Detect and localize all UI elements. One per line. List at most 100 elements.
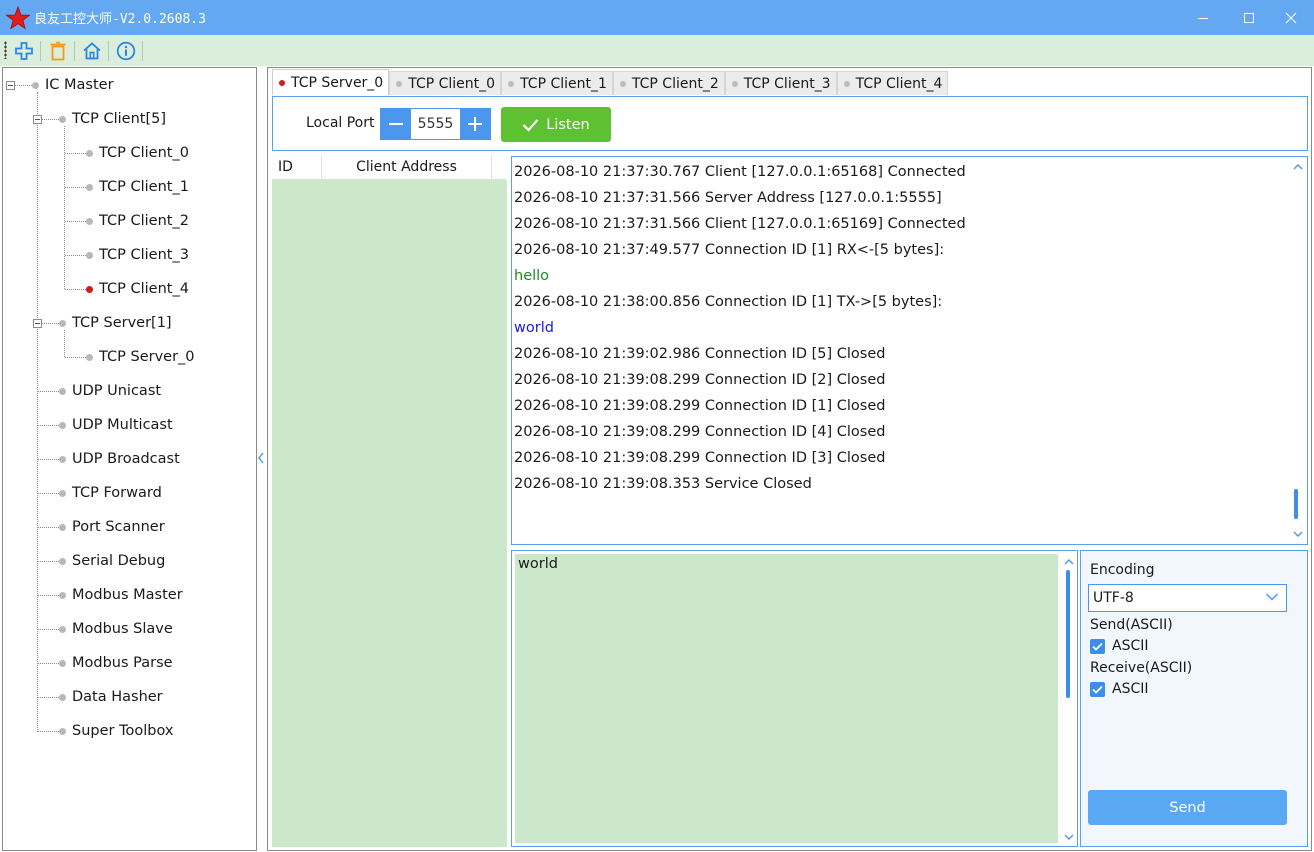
node-dot-icon [59,455,66,463]
tree-node-tcp-client-1[interactable]: TCP Client_1 [86,176,189,198]
tree-node-tcp-client-0[interactable]: TCP Client_0 [86,142,189,164]
tcp-server-expander-icon[interactable] [33,319,42,328]
tree-node-root[interactable]: IC Master [32,74,114,96]
node-dot-icon [59,523,66,531]
decrement-button[interactable] [381,109,411,139]
tree-node-modbus-master[interactable]: Modbus Master [59,584,183,606]
tab-dot-icon [731,80,738,87]
column-header-client-address[interactable]: Client Address [322,155,492,180]
home-button[interactable] [79,38,105,64]
increment-button[interactable] [460,109,490,139]
tree-node-data-hasher[interactable]: Data Hasher [59,686,163,708]
tree-node-modbus-parse[interactable]: Modbus Parse [59,652,173,674]
node-dot-icon [59,625,66,633]
send-panel: world [511,550,1078,847]
tab-tcp-client-3[interactable]: TCP Client_3 [724,71,837,95]
column-header-id[interactable]: ID [272,155,322,180]
chevron-down-icon [1265,593,1279,601]
tree-node-tcp-server-group[interactable]: TCP Server[1] [59,312,172,334]
log-scrollbar-thumb[interactable] [1294,489,1298,519]
encoding-label: Encoding [1090,562,1155,578]
message-log[interactable]: 2026-08-10 21:37:30.767 Client [127.0.0.… [511,156,1308,545]
node-dot-icon [59,693,66,701]
tab-label: TCP Client_4 [855,75,943,92]
tree-node-tcp-client-2[interactable]: TCP Client_2 [86,210,189,232]
tree-line [65,289,86,290]
node-dot-icon [32,81,39,89]
port-stepper: 5555 [380,108,491,140]
node-dot-icon [59,591,66,599]
tree-node-super-toolbox[interactable]: Super Toolbox [59,720,173,742]
port-input[interactable]: 5555 [411,109,460,139]
tree-node-port-scanner[interactable]: Port Scanner [59,516,165,538]
tree-node-udp-multicast[interactable]: UDP Multicast [59,414,173,436]
maximize-button[interactable] [1226,0,1272,35]
add-button[interactable] [11,38,37,64]
tree-node-udp-unicast[interactable]: UDP Unicast [59,380,161,402]
tree-line [38,391,59,392]
tree-node-tcp-client-3[interactable]: TCP Client_3 [86,244,189,266]
tree-node-udp-broadcast[interactable]: UDP Broadcast [59,448,180,470]
log-line: 2026-08-10 21:37:30.767 Client [127.0.0.… [514,164,966,180]
info-icon [116,41,136,61]
encoding-select[interactable]: UTF-8 [1088,584,1287,612]
tree-node-label: UDP Unicast [72,383,162,399]
checkbox-checked-icon [1090,681,1105,697]
title-bar: 良友工控大师-V2.0.2608.3 [0,0,1314,35]
tree-node-label: TCP Client_0 [99,145,189,161]
delete-button[interactable] [45,38,71,64]
tree-node-modbus-slave[interactable]: Modbus Slave [59,618,173,640]
scroll-down-icon[interactable] [1292,529,1304,539]
tree-line [64,330,65,357]
tree-line [38,731,59,732]
tree-line [38,629,59,630]
tree-node-label: TCP Server[1] [72,315,172,331]
tab-tcp-client-4[interactable]: TCP Client_4 [836,71,949,95]
node-dot-icon [59,489,66,497]
tab-label: TCP Client_1 [520,75,607,92]
scroll-down-icon[interactable] [1063,832,1075,842]
tree-line [38,425,59,426]
tree-node-label: Port Scanner [72,519,165,535]
send-button[interactable]: Send [1088,790,1287,825]
tree-node-tcp-client-4[interactable]: TCP Client_4 [86,278,189,300]
checkbox-label: ASCII [1112,681,1149,697]
toolbar-separator [108,41,109,61]
tab-tcp-client-1[interactable]: TCP Client_1 [501,71,613,95]
toolbar-separator [40,41,41,61]
tab-dot-icon [396,80,403,87]
node-dot-icon [86,149,93,157]
maximize-icon [1244,12,1254,23]
minimize-button[interactable] [1180,0,1226,35]
tree-line [64,126,65,289]
close-button[interactable] [1268,0,1314,35]
send-textarea[interactable]: world [515,554,1058,843]
log-line: 2026-08-10 21:39:02.986 Connection ID [5… [514,346,886,362]
scroll-up-icon[interactable] [1292,162,1304,172]
receive-ascii-checkbox[interactable]: ASCII [1090,681,1149,697]
main-panel: TCP Server_0 TCP Client_0 TCP Client_1 T… [267,67,1312,851]
node-dot-icon [86,353,93,361]
send-scrollbar-thumb[interactable] [1066,570,1070,698]
tab-label: TCP Client_3 [743,75,831,92]
tree-node-tcp-server-0[interactable]: TCP Server_0 [86,346,195,368]
tree-node-tcp-forward[interactable]: TCP Forward [59,482,162,504]
port-bar: Local Port 5555 Listen [272,96,1308,151]
tab-tcp-server-0[interactable]: TCP Server_0 [272,69,390,95]
send-ascii-checkbox[interactable]: ASCII [1090,638,1149,654]
tab-tcp-client-2[interactable]: TCP Client_2 [612,71,725,95]
tab-tcp-client-0[interactable]: TCP Client_0 [389,71,502,95]
toolbar-grip[interactable] [4,41,7,59]
listen-button[interactable]: Listen [501,107,611,142]
root-expander-icon[interactable] [6,81,15,90]
tcp-client-expander-icon[interactable] [33,115,42,124]
collapse-sidebar-icon[interactable] [256,450,266,466]
home-icon [83,42,101,60]
info-button[interactable] [113,38,139,64]
tree-line [38,663,59,664]
toolbar-separator [74,41,75,61]
check-icon [522,118,539,132]
tree-node-tcp-client-group[interactable]: TCP Client[5] [59,108,166,130]
scroll-up-icon[interactable] [1063,557,1075,567]
tree-node-serial-debug[interactable]: Serial Debug [59,550,165,572]
